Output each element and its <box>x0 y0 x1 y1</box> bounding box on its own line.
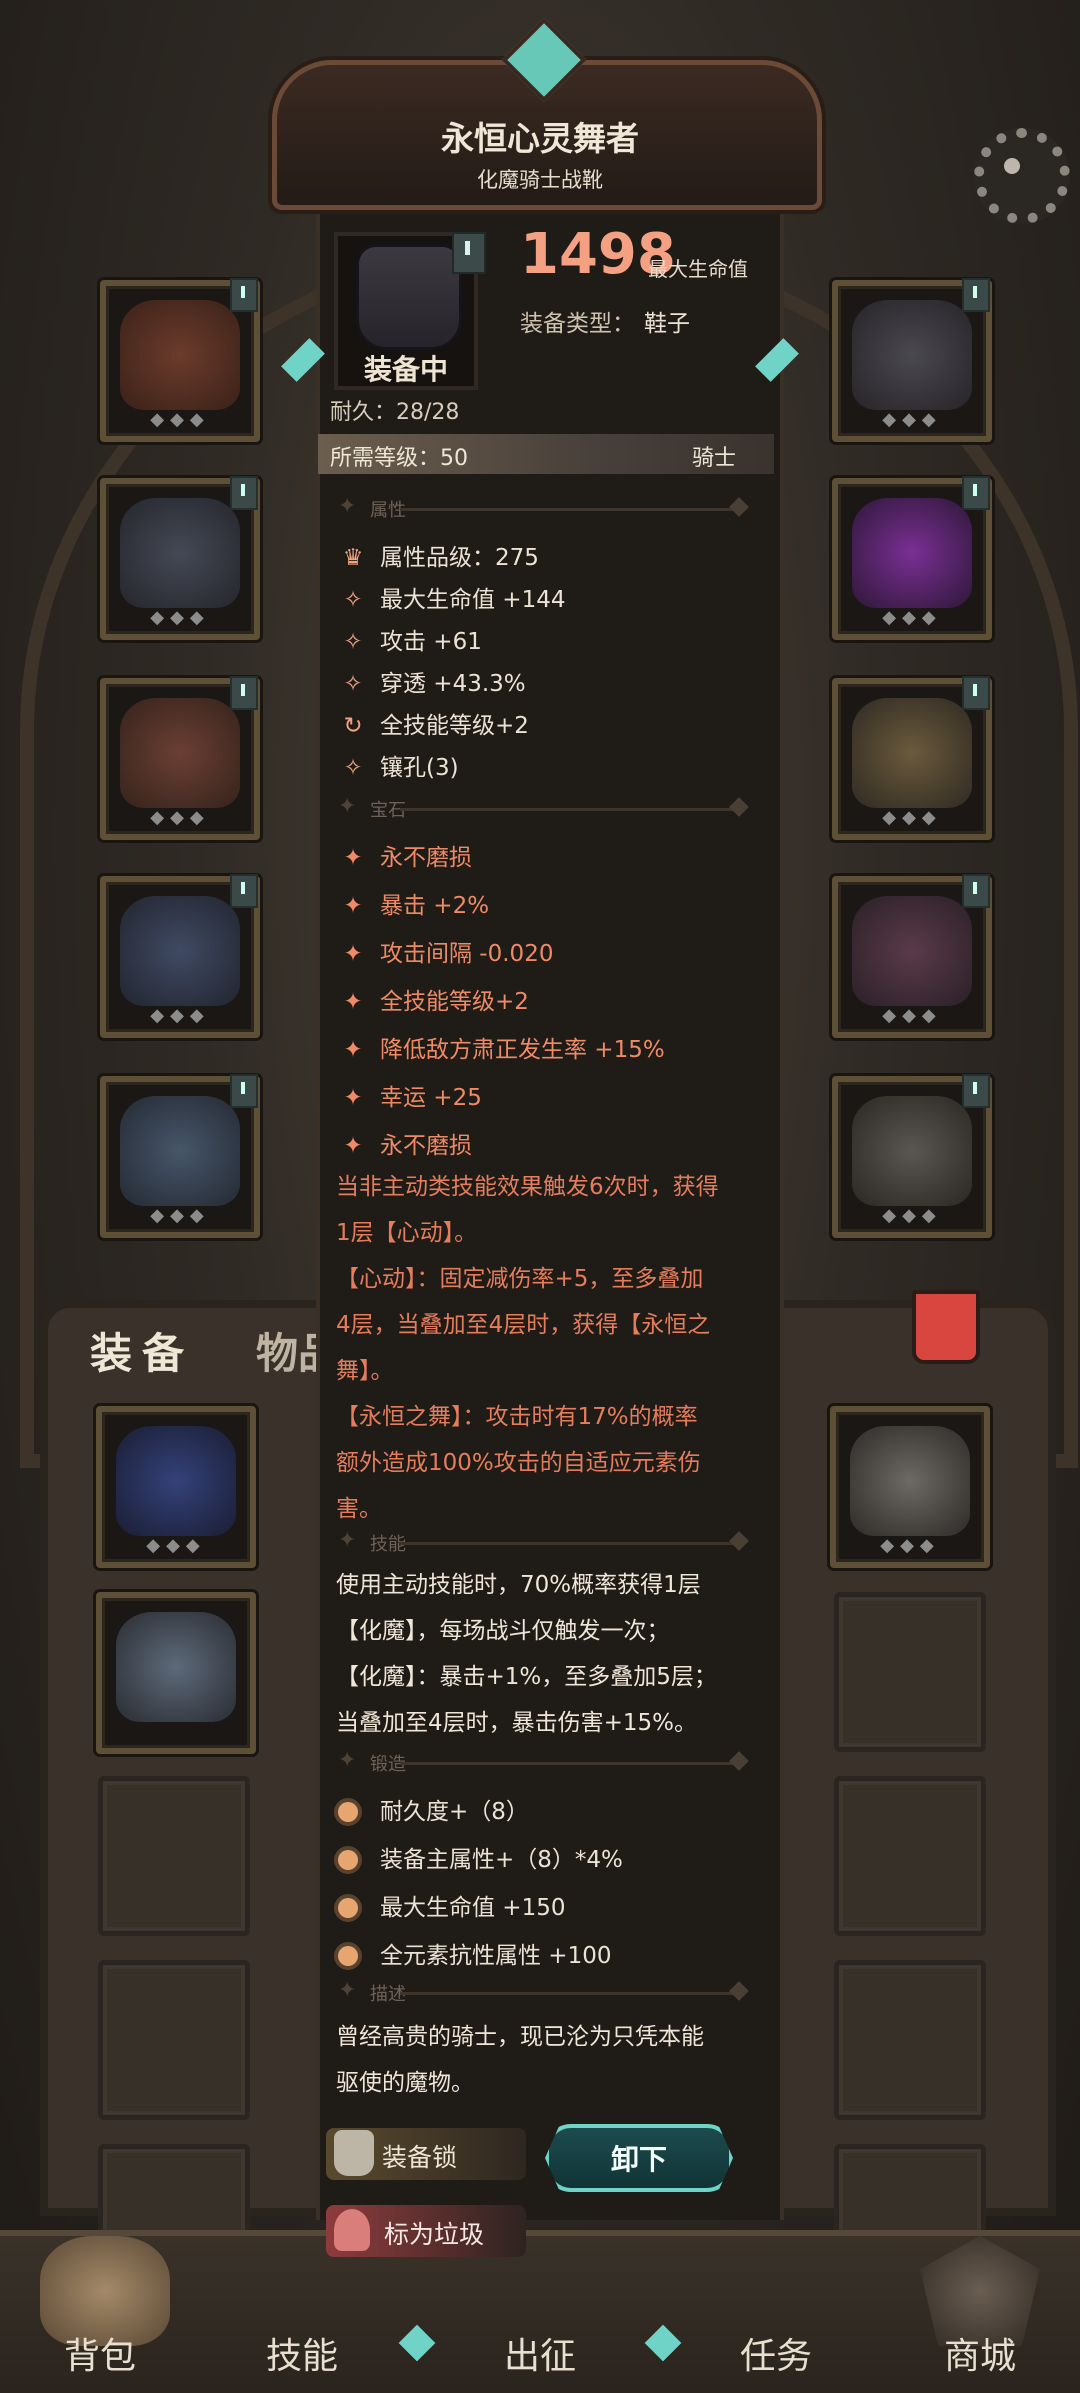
equip-slot-necklace[interactable]: ◆◆◆ <box>832 278 992 442</box>
forge-row: 全元素抗性属性 +100 <box>338 1936 611 1970</box>
padlock-icon <box>334 2130 374 2176</box>
forge-dot-icon <box>338 1946 358 1966</box>
required-level: 所需等级：50 <box>330 446 468 471</box>
forge-dot-icon <box>338 1850 358 1870</box>
section-header-skills: ✦ 技能 <box>330 1528 750 1558</box>
bag-item-sword[interactable] <box>96 1592 256 1754</box>
junk-lantern-icon <box>334 2209 370 2251</box>
forge-dot-icon <box>338 1898 358 1918</box>
spark-icon: ✧ <box>343 587 363 613</box>
gem-star-icon: ✦ <box>343 845 363 871</box>
forge-dot-icon <box>338 1802 358 1822</box>
gem-row: ✦ 全技能等级+2 <box>338 982 529 1016</box>
attr-row: ✧ 镶孔(3) <box>338 748 458 782</box>
equip-slot-weapon[interactable]: ◆◆◆ <box>832 874 992 1038</box>
attr-row: ↻ 全技能等级+2 <box>338 706 529 740</box>
skill-effect-text: 使用主动技能时，70%概率获得1层 【化魔】，每场战斗仅触发一次； 【化魔】：暴… <box>336 1572 717 1736</box>
settings-gear-icon[interactable] <box>974 128 1070 224</box>
quality-crest-icon: ♛ <box>342 545 364 571</box>
unequip-label: 卸下 <box>610 2143 667 2176</box>
item-title-bar: 永恒心灵舞者 化魔骑士战靴 <box>300 112 780 198</box>
attr-row: ♛ 属性品级：275 <box>338 538 539 572</box>
equipment-lock-button[interactable]: 装备锁 <box>326 2128 526 2180</box>
item-description: 曾经高贵的骑士，现已沦为只凭本能 驱使的魔物。 <box>336 2024 704 2096</box>
equip-slot-helmet[interactable]: ◆◆◆ <box>100 278 260 442</box>
equip-slot-gloves[interactable]: ◆◆◆ <box>100 676 260 840</box>
item-type-label: 装备类型： <box>520 311 635 337</box>
section-header-forging: ✦ 锻造 <box>330 1748 750 1778</box>
bag-slot-empty[interactable] <box>834 1592 986 1752</box>
attr-row: ✧ 穿透 +43.3% <box>338 664 525 698</box>
bag-slot-empty[interactable] <box>98 1960 250 2120</box>
gem-star-icon: ✦ <box>343 1133 363 1159</box>
mark-as-junk-label: 标为垃圾 <box>384 2220 485 2249</box>
nav-expedition[interactable]: 出征 <box>460 2327 620 2379</box>
spark-icon: ✧ <box>343 629 363 655</box>
gem-star-icon: ✦ <box>343 1085 363 1111</box>
required-class: 骑士 <box>691 446 736 471</box>
bag-slot-empty[interactable] <box>834 1776 986 1936</box>
gem-star-icon: ✦ <box>343 941 363 967</box>
item-subtitle: 化魔骑士战靴 <box>477 168 603 192</box>
equip-slot-pants[interactable]: ◆◆◆ <box>100 874 260 1038</box>
bag-slot-empty[interactable] <box>834 1960 986 2120</box>
gem-row: ✦ 暴击 +2% <box>338 886 489 920</box>
gem-star-icon: ✦ <box>343 893 363 919</box>
tab-equipment[interactable]: 装备 <box>90 1320 194 1381</box>
bag-slot-empty[interactable] <box>98 1776 250 1936</box>
gem-row: ✦ 永不磨损 <box>338 1126 472 1160</box>
section-header-description: ✦ 描述 <box>330 1978 750 2008</box>
lock-flag-icon <box>452 232 486 274</box>
section-header-gems: ✦ 宝石 <box>330 794 750 824</box>
gem-row: ✦ 攻击间隔 -0.020 <box>338 934 553 968</box>
bag-item-helmet[interactable]: ◆◆◆ <box>830 1406 990 1568</box>
nav-bag[interactable]: 背包 <box>20 2327 180 2379</box>
trash-icon[interactable] <box>912 1290 980 1364</box>
equip-slot-armor[interactable]: ◆◆◆ <box>100 476 260 640</box>
attr-row: ✧ 最大生命值 +144 <box>338 580 565 614</box>
forge-row: 装备主属性+（8）*4% <box>338 1840 623 1874</box>
attr-row: ✧ 攻击 +61 <box>338 622 482 656</box>
gem-row: ✦ 降低敌方肃正发生率 +15% <box>338 1030 664 1064</box>
equipped-label: 装备中 <box>363 353 448 386</box>
gem-row: ✦ 幸运 +25 <box>338 1078 482 1112</box>
durability-text: 耐久：28/28 <box>330 400 460 425</box>
unequip-button[interactable]: 卸下 <box>545 2124 733 2192</box>
requirement-bar: 所需等级：50 骑士 <box>318 434 774 474</box>
forge-row: 最大生命值 +150 <box>338 1888 565 1922</box>
nav-shop[interactable]: 商城 <box>900 2327 1060 2379</box>
cycle-icon: ↻ <box>343 713 363 739</box>
section-header-attributes: ✦ 属性 <box>330 494 750 524</box>
gem-star-icon: ✦ <box>343 989 363 1015</box>
equip-slot-offhand[interactable]: ◆◆◆ <box>832 1074 992 1238</box>
forge-row: 耐久度+（8） <box>338 1792 529 1826</box>
boots-icon <box>356 244 462 350</box>
nav-skills[interactable]: 技能 <box>222 2327 382 2379</box>
bag-item-armor[interactable]: ◆◆◆ <box>96 1406 256 1568</box>
equipment-lock-label: 装备锁 <box>382 2143 458 2172</box>
gem-row: ✦ 永不磨损 <box>338 838 472 872</box>
gem-effect-text: 当非主动类技能效果触发6次时，获得 1层【心动】。 【心动】：固定减伤率+5，至… <box>336 1174 719 1522</box>
nav-quests[interactable]: 任务 <box>696 2327 856 2379</box>
gem-star-icon: ✦ <box>343 1037 363 1063</box>
item-name: 永恒心灵舞者 <box>441 119 639 158</box>
equip-slot-shield[interactable]: ◆◆◆ <box>832 476 992 640</box>
mark-as-junk-button[interactable]: 标为垃圾 <box>326 2205 526 2257</box>
item-type-value: 鞋子 <box>644 311 690 337</box>
spark-icon: ✧ <box>343 671 363 697</box>
equip-slot-ring[interactable]: ◆◆◆ <box>832 676 992 840</box>
max-hp-label: 最大生命值 <box>648 257 748 281</box>
equip-slot-boots[interactable]: ◆◆◆ <box>100 1074 260 1238</box>
spark-icon: ✧ <box>343 755 363 781</box>
